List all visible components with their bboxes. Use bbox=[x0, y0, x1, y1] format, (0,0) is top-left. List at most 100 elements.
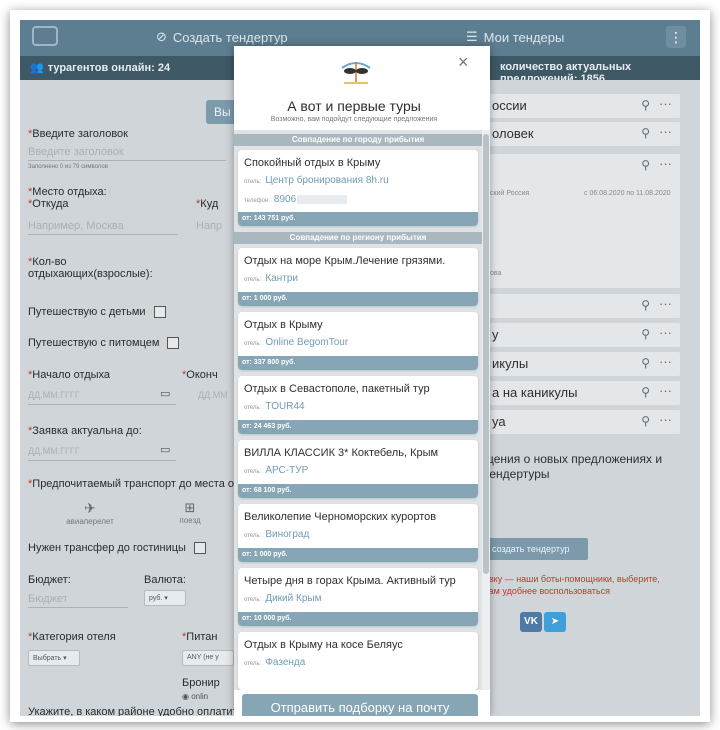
tour-name: Четыре дня в горах Крыма. Активный тур bbox=[244, 575, 456, 587]
list-icon: ☰ bbox=[466, 29, 478, 44]
hotel-category-label: Категория отеля bbox=[28, 631, 115, 643]
tour-hotel[interactable]: отель: Центр бронирования 8h.ru bbox=[244, 175, 389, 186]
logo-icon[interactable] bbox=[32, 26, 58, 46]
booking-label: Бронир bbox=[182, 677, 220, 689]
tour-name: Отдых в Крыму на косе Беляус bbox=[244, 639, 403, 651]
calendar-icon[interactable]: ▭ bbox=[160, 443, 170, 456]
tender-form: Вы Введите заголовок Введите заголовок З… bbox=[20, 80, 246, 716]
end-date-input[interactable]: ДД.ММ bbox=[198, 390, 228, 400]
currency-select[interactable]: руб. ▾ bbox=[144, 590, 186, 606]
list-item[interactable]: у ⚲ ··· bbox=[484, 323, 680, 347]
section-region-header: Совпадение по региону прибытия bbox=[234, 232, 482, 244]
more-icon[interactable]: ··· bbox=[659, 296, 672, 311]
search-icon[interactable]: ⚲ bbox=[641, 385, 650, 399]
more-icon[interactable]: ··· bbox=[659, 156, 672, 171]
sunglasses-icon bbox=[341, 62, 371, 84]
tour-hotel[interactable]: отель: Дикий Крым bbox=[244, 593, 321, 604]
create-tender-link[interactable]: ⊘ Создать тендертур bbox=[156, 29, 288, 45]
valid-date-input[interactable]: ДД.ММ.ГГГГ bbox=[28, 446, 80, 456]
more-icon[interactable]: ··· bbox=[659, 96, 672, 111]
telegram-icon[interactable]: ➤ bbox=[544, 612, 566, 632]
tour-card[interactable]: Великолепие Черноморских курортов отель:… bbox=[238, 504, 478, 562]
tour-hotel[interactable]: отель: Виноград bbox=[244, 529, 309, 540]
currency-label: Валюта: bbox=[144, 574, 186, 586]
tour-card[interactable]: Отдых в Крыму отель: Online BegomTour от:… bbox=[238, 312, 478, 370]
train-icon: ⊞ bbox=[184, 500, 196, 515]
title-counter: Заполнено 0 из 79 символов bbox=[28, 164, 108, 170]
start-date-input[interactable]: ДД.ММ.ГГГГ bbox=[28, 390, 80, 400]
app-screen: ⊘ Создать тендертур ☰ Мои тендеры ⋮ 👥 ту… bbox=[20, 20, 700, 716]
list-item[interactable]: ⚲ ··· bbox=[484, 294, 680, 318]
transfer-checkbox[interactable] bbox=[193, 542, 206, 555]
list-item[interactable]: икулы ⚲ ··· bbox=[484, 352, 680, 376]
title-label: Введите заголовок bbox=[28, 128, 128, 140]
modal-scrollbar[interactable] bbox=[482, 130, 490, 690]
valid-label: Заявка актуальна до: bbox=[28, 425, 142, 437]
more-icon[interactable]: ··· bbox=[659, 124, 672, 139]
tour-hotel[interactable]: отель: TOUR44 bbox=[244, 401, 305, 412]
my-tenders-link[interactable]: ☰ Мои тендеры bbox=[466, 29, 564, 45]
more-icon[interactable]: ··· bbox=[659, 412, 672, 427]
plane-option[interactable]: ✈ авиаперелет bbox=[60, 500, 120, 526]
scrollbar-thumb[interactable] bbox=[483, 134, 489, 574]
vk-icon[interactable]: VK bbox=[520, 612, 542, 632]
title-input[interactable]: Введите заголовок bbox=[28, 146, 124, 158]
tour-card[interactable]: Отдых в Крыму на косе Беляус отель: Фазен… bbox=[238, 632, 478, 690]
to-input[interactable]: Напр bbox=[196, 220, 222, 232]
menu-icon[interactable]: ⋮ bbox=[666, 26, 686, 48]
expanded-tender-card[interactable]: ⚲ ··· ский Россия с 06.08.2020 по 11.08.… bbox=[484, 154, 680, 288]
list-item[interactable]: уа ⚲ ··· bbox=[484, 410, 680, 434]
pet-checkbox[interactable] bbox=[167, 337, 180, 350]
tour-hotel[interactable]: отель: Кантри bbox=[244, 273, 298, 284]
more-icon[interactable]: ··· bbox=[659, 383, 672, 398]
create-tender-button[interactable]: создать тендертур bbox=[484, 538, 588, 560]
tour-card[interactable]: Четыре дня в горах Крыма. Активный тур о… bbox=[238, 568, 478, 626]
screenshot-frame: ⊘ Создать тендертур ☰ Мои тендеры ⋮ 👥 ту… bbox=[10, 10, 710, 722]
tours-list[interactable]: Совпадение по городу прибытия Спокойный … bbox=[234, 130, 490, 690]
close-icon[interactable]: × bbox=[458, 52, 469, 73]
budget-input[interactable]: Бюджет bbox=[28, 593, 68, 605]
agents-online: турагентов онлайн: 24 bbox=[47, 61, 171, 74]
search-icon[interactable]: ⚲ bbox=[641, 158, 650, 172]
more-icon[interactable]: ··· bbox=[659, 354, 672, 369]
tour-hotel[interactable]: отель: Фазенда bbox=[244, 657, 305, 668]
from-input[interactable]: Например, Москва bbox=[28, 220, 124, 232]
list-item[interactable]: оссии ⚲ ··· bbox=[484, 94, 680, 118]
tour-hotel[interactable]: отель: АРС-ТУР bbox=[244, 465, 308, 476]
list-item[interactable]: оловек ⚲ ··· bbox=[484, 122, 680, 146]
food-label: Питан bbox=[182, 631, 217, 643]
online-radio[interactable]: ◉ onlin bbox=[182, 692, 208, 701]
start-label: Начало отдыха bbox=[28, 369, 110, 381]
modal-subtitle: Возможно, вам подойдут следующие предлож… bbox=[270, 116, 438, 123]
hotel-category-select[interactable]: Выбрать ▾ bbox=[28, 650, 80, 666]
food-select[interactable]: ANY (не у bbox=[182, 650, 234, 666]
more-icon[interactable]: ··· bbox=[659, 325, 672, 340]
search-icon[interactable]: ⚲ bbox=[641, 126, 650, 140]
create-icon: ⊘ bbox=[156, 29, 167, 44]
kids-checkbox[interactable] bbox=[153, 306, 166, 319]
search-icon[interactable]: ⚲ bbox=[641, 414, 650, 428]
tour-name: Спокойный отдых в Крыму bbox=[244, 157, 381, 169]
tour-card[interactable]: Отдых на море Крым.Лечение грязями. отел… bbox=[238, 248, 478, 306]
search-icon[interactable]: ⚲ bbox=[641, 98, 650, 112]
transfer-checkbox-row[interactable]: Нужен трансфер до гостиницы bbox=[28, 542, 206, 555]
pet-checkbox-row[interactable]: Путешествую с питомцем bbox=[28, 337, 180, 350]
kids-checkbox-row[interactable]: Путешествую с детьми bbox=[28, 306, 166, 319]
search-icon[interactable]: ⚲ bbox=[641, 298, 650, 312]
train-option[interactable]: ⊞ поезд bbox=[170, 500, 210, 525]
users-icon: 👥 bbox=[30, 62, 44, 74]
search-icon[interactable]: ⚲ bbox=[641, 327, 650, 341]
tour-card[interactable]: Отдых в Севастополе, пакетный тур отель:… bbox=[238, 376, 478, 434]
tour-card[interactable]: Спокойный отдых в Крыму отель: Центр брон… bbox=[238, 150, 478, 226]
search-icon[interactable]: ⚲ bbox=[641, 356, 650, 370]
tour-phone[interactable]: телефон: 8906 bbox=[244, 194, 348, 205]
tour-price: от: 68 100 руб. bbox=[238, 484, 478, 498]
to-label: Куд bbox=[196, 198, 218, 210]
send-to-email-button[interactable]: Отправить подборку на почту bbox=[242, 694, 478, 716]
tour-card[interactable]: ВИЛЛА КЛАССИК 3* Коктебель, Крым отель: А… bbox=[238, 440, 478, 498]
create-tender-label: Создать тендертур bbox=[172, 29, 288, 45]
list-item[interactable]: а на каникулы ⚲ ··· bbox=[484, 381, 680, 405]
tour-hotel[interactable]: отель: Online BegomTour bbox=[244, 337, 348, 348]
calendar-icon[interactable]: ▭ bbox=[160, 387, 170, 400]
card-extra: ова bbox=[490, 270, 502, 277]
